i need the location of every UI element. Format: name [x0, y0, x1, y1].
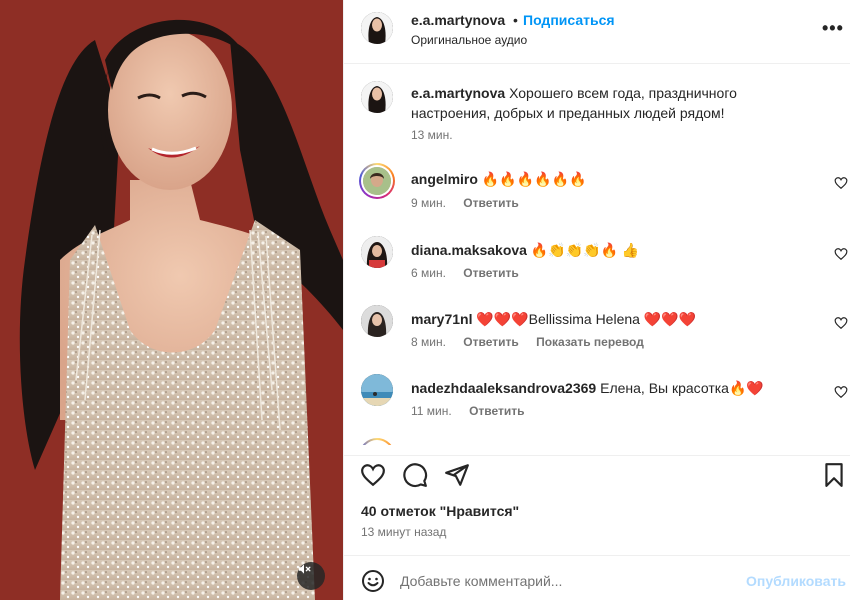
separator-dot: •	[513, 12, 518, 28]
comment-username[interactable]: diana.maksakova	[411, 242, 527, 258]
comment-time: 8 мин.	[411, 335, 446, 349]
author-avatar[interactable]	[361, 81, 393, 113]
comment-time: 11 мин.	[411, 404, 452, 418]
comment-text: angelmiro 🔥🔥🔥🔥🔥🔥	[411, 169, 811, 189]
heart-icon[interactable]	[360, 462, 386, 488]
publish-button[interactable]: Опубликовать	[746, 573, 846, 589]
comment-body: Елена, Вы красотка🔥❤️	[600, 380, 764, 396]
reply-button[interactable]: Ответить	[463, 266, 518, 280]
like-comment-icon[interactable]	[834, 176, 848, 190]
post-time[interactable]: 13 минут назад	[361, 525, 446, 539]
show-translation-button[interactable]: Показать перевод	[536, 335, 644, 349]
avatar	[363, 167, 391, 195]
follow-button[interactable]: Подписаться	[523, 12, 615, 28]
comments-list[interactable]: e.a.martynova Хорошего всем года, праздн…	[344, 65, 850, 445]
avatar[interactable]	[361, 236, 393, 268]
caption-time: 13 мин.	[411, 128, 453, 142]
comment-meta: 9 мин. Ответить	[411, 196, 533, 210]
comment-time: 6 мин.	[411, 266, 446, 280]
comment-input[interactable]	[400, 570, 730, 592]
reply-button[interactable]: Ответить	[469, 404, 524, 418]
comment-meta: 11 мин. Ответить	[411, 404, 539, 418]
comment-icon[interactable]	[402, 462, 428, 488]
mute-button[interactable]	[297, 562, 325, 590]
emoji-icon[interactable]	[361, 569, 385, 593]
comment-meta: 8 мин. Ответить Показать перевод	[411, 335, 658, 349]
comment-text: diana.maksakova 🔥👏👏👏🔥 👍	[411, 240, 811, 260]
comment-body: 🔥🔥🔥🔥🔥🔥	[481, 171, 587, 187]
comment-username[interactable]: angelmiro	[411, 171, 478, 187]
post-media[interactable]	[0, 0, 343, 600]
post-header: e.a.martynova • Подписаться Оригинальное…	[344, 0, 850, 64]
comment-username[interactable]: nadezhdaaleksandrova2369	[411, 380, 596, 396]
action-bar	[344, 455, 850, 495]
likes-count[interactable]: 40 отметок "Нравится"	[361, 503, 519, 519]
share-icon[interactable]	[444, 462, 470, 488]
comment-meta: 6 мин. Ответить	[411, 266, 533, 280]
mute-icon	[298, 564, 311, 574]
comment-body: ❤️❤️❤️Bellissima Helena ❤️❤️❤️	[476, 311, 697, 327]
story-ring[interactable]	[359, 163, 395, 199]
comment-username[interactable]: mary71nl	[411, 311, 472, 327]
comment-text: mary71nl ❤️❤️❤️Bellissima Helena ❤️❤️❤️	[411, 309, 811, 329]
like-comment-icon[interactable]	[834, 247, 848, 261]
reply-button[interactable]: Ответить	[463, 196, 518, 210]
caption-meta: 13 мин.	[411, 128, 467, 142]
post-photo	[0, 0, 343, 600]
author-username[interactable]: e.a.martynova	[411, 12, 505, 28]
caption-text: e.a.martynova Хорошего всем года, праздн…	[411, 83, 811, 123]
original-audio-link[interactable]: Оригинальное аудио	[411, 33, 527, 47]
bookmark-icon[interactable]	[821, 462, 847, 488]
reply-button[interactable]: Ответить	[463, 335, 518, 349]
avatar[interactable]	[361, 305, 393, 337]
avatar[interactable]	[361, 374, 393, 406]
like-comment-icon[interactable]	[834, 316, 848, 330]
like-comment-icon[interactable]	[834, 385, 848, 399]
comment-time: 9 мин.	[411, 196, 446, 210]
story-ring[interactable]	[359, 438, 395, 445]
comment-body: 🔥👏👏👏🔥 👍	[530, 242, 640, 258]
comment-text: nadezhdaaleksandrova2369 Елена, Вы красо…	[411, 378, 811, 398]
more-options-icon[interactable]: •••	[822, 18, 844, 39]
author-avatar[interactable]	[361, 12, 393, 44]
caption-username[interactable]: e.a.martynova	[411, 85, 505, 101]
post-panel: e.a.martynova • Подписаться Оригинальное…	[343, 0, 850, 600]
comment-composer: Опубликовать	[344, 555, 850, 600]
